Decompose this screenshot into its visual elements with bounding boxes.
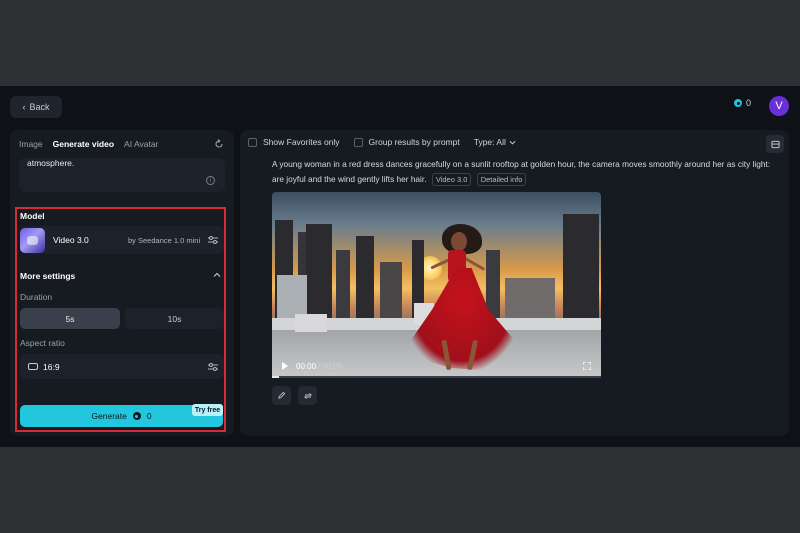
credits-count: 0 [746, 98, 752, 108]
regenerate-icon [303, 392, 312, 399]
tab-ai-avatar[interactable]: AI Avatar [124, 139, 158, 149]
detailed-info-link[interactable]: Detailed info [476, 173, 527, 186]
mode-tabs: Image Generate video AI Avatar [10, 130, 234, 158]
fullscreen-icon[interactable] [583, 362, 591, 370]
model-section-label: Model [20, 211, 45, 221]
show-favorites-toggle[interactable]: Show Favorites only [248, 137, 340, 147]
video-progress-bar[interactable] [272, 376, 601, 378]
model-tag: Video 3.0 [431, 173, 472, 186]
layout-toggle-button[interactable] [766, 135, 784, 153]
avatar-initial: V [775, 100, 783, 112]
show-favorites-label: Show Favorites only [263, 137, 340, 147]
edit-icon [278, 391, 286, 399]
type-filter-dropdown[interactable]: Type: All [474, 137, 516, 147]
video-duration: 00:05 [322, 361, 343, 371]
video-current-time: 00:00 [296, 361, 317, 371]
chevron-down-icon [509, 140, 516, 144]
aspect-ratio-selector[interactable]: 16:9 [20, 354, 224, 379]
try-free-label: Try free [194, 406, 221, 414]
group-by-prompt-checkbox[interactable] [353, 137, 363, 147]
edit-button[interactable] [272, 386, 291, 405]
video-building [380, 262, 402, 320]
video-controls: 00:00 / 00:05 [272, 356, 601, 376]
aspect-ratio-value: 16:9 [43, 362, 60, 372]
generate-cost: 0 [146, 411, 152, 421]
model-selector[interactable]: Video 3.0 by Seedance 1.0 mini [20, 226, 224, 254]
video-building [563, 214, 599, 320]
duration-5s-button[interactable]: 5s [20, 308, 120, 329]
duration-5s-label: 5s [65, 313, 75, 324]
type-filter-label: Type: All [473, 137, 506, 147]
duration-10s-label: 10s [167, 313, 182, 324]
generate-label: Generate [91, 411, 127, 421]
info-icon[interactable]: i [206, 176, 215, 185]
model-provider: by Seedance 1.0 mini [128, 236, 201, 245]
aspect-ratio-label: Aspect ratio [20, 338, 65, 348]
video-time-separator: / [318, 361, 321, 371]
coin-icon [132, 412, 141, 420]
try-free-badge: Try free [192, 404, 223, 416]
layout-icon [770, 140, 780, 148]
tune-icon[interactable] [208, 362, 218, 372]
more-settings-label: More settings [20, 271, 76, 281]
video-building [505, 278, 555, 320]
video-rooftop-block [295, 314, 327, 332]
aspect-ratio-icon [28, 363, 38, 370]
duration-label: Duration [20, 292, 53, 302]
prompt-input[interactable]: atmosphere. i [19, 158, 225, 192]
group-by-prompt-toggle[interactable]: Group results by prompt [353, 137, 460, 147]
show-favorites-checkbox[interactable] [248, 137, 257, 147]
result-description-block: A young woman in a red dress dances grac… [272, 157, 782, 187]
video-progress-fill [272, 376, 279, 378]
tab-image[interactable]: Image [19, 139, 43, 149]
group-by-prompt-label: Group results by prompt [368, 137, 460, 147]
back-button[interactable]: ‹ Back [10, 96, 62, 118]
credits-display[interactable]: 0 [734, 98, 751, 108]
coin-icon [734, 99, 742, 107]
refresh-icon[interactable] [214, 139, 224, 149]
regenerate-button[interactable] [298, 386, 317, 405]
video-building [356, 236, 374, 320]
video-building [336, 250, 350, 320]
back-label: Back [29, 102, 50, 112]
chevron-left-icon: ‹ [22, 102, 26, 112]
video-dancer-head [451, 232, 467, 251]
filter-bar: Show Favorites only Group results by pro… [248, 137, 516, 147]
top-bar: ‹ Back 0 V [0, 86, 800, 128]
video-building [306, 224, 332, 320]
chevron-up-icon[interactable] [213, 271, 221, 279]
play-icon[interactable] [282, 362, 288, 370]
model-thumbnail [20, 228, 45, 253]
tune-icon[interactable] [208, 235, 218, 245]
duration-10s-button[interactable]: 10s [125, 308, 224, 329]
tab-generate-video[interactable]: Generate video [53, 139, 114, 149]
prompt-text: atmosphere. [27, 158, 75, 168]
avatar[interactable]: V [769, 96, 789, 116]
model-name: Video 3.0 [53, 235, 89, 245]
